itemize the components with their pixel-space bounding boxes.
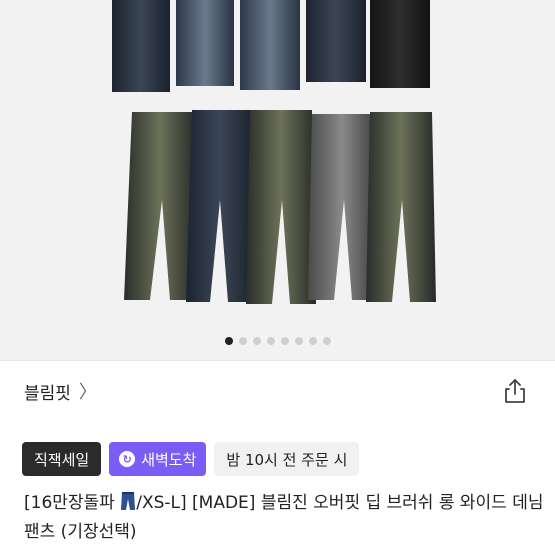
sale-badge: 직잭세일 <box>22 442 102 476</box>
pagination-dot[interactable] <box>294 337 303 345</box>
share-icon[interactable] <box>501 377 529 405</box>
pagination-dot[interactable] <box>308 337 317 345</box>
pagination-dot[interactable] <box>266 337 275 345</box>
jeans-emoji-icon <box>121 492 136 510</box>
dawn-delivery-label: 새벽도착 <box>141 450 197 469</box>
pagination-dot[interactable] <box>252 337 261 345</box>
gallery-pagination[interactable] <box>0 337 555 345</box>
pagination-dot[interactable] <box>224 337 233 345</box>
product-image-jeans <box>112 0 436 304</box>
pagination-dot[interactable] <box>322 337 331 345</box>
dawn-delivery-badge: ↻ 새벽도착 <box>109 442 207 476</box>
product-image-gallery[interactable] <box>0 0 555 360</box>
divider <box>0 360 555 361</box>
brand-name: 블림핏 <box>24 383 71 404</box>
refresh-arrow-icon: ↻ <box>119 451 136 467</box>
badge-row: 직잭세일 ↻ 새벽도착 밤 10시 전 주문 시 <box>22 442 360 476</box>
product-title: [16만장돌파 /XS-L] [MADE] 블림진 오버핏 딥 브러쉬 롱 와이… <box>24 489 544 547</box>
chevron-right-icon: 〉 <box>78 382 97 403</box>
pagination-dot[interactable] <box>238 337 247 345</box>
order-cutoff-badge: 밤 10시 전 주문 시 <box>214 442 360 476</box>
brand-link[interactable]: 블림핏 〉 <box>24 375 97 407</box>
product-title-part1: [16만장돌파 <box>24 493 121 513</box>
pagination-dot[interactable] <box>280 337 289 345</box>
